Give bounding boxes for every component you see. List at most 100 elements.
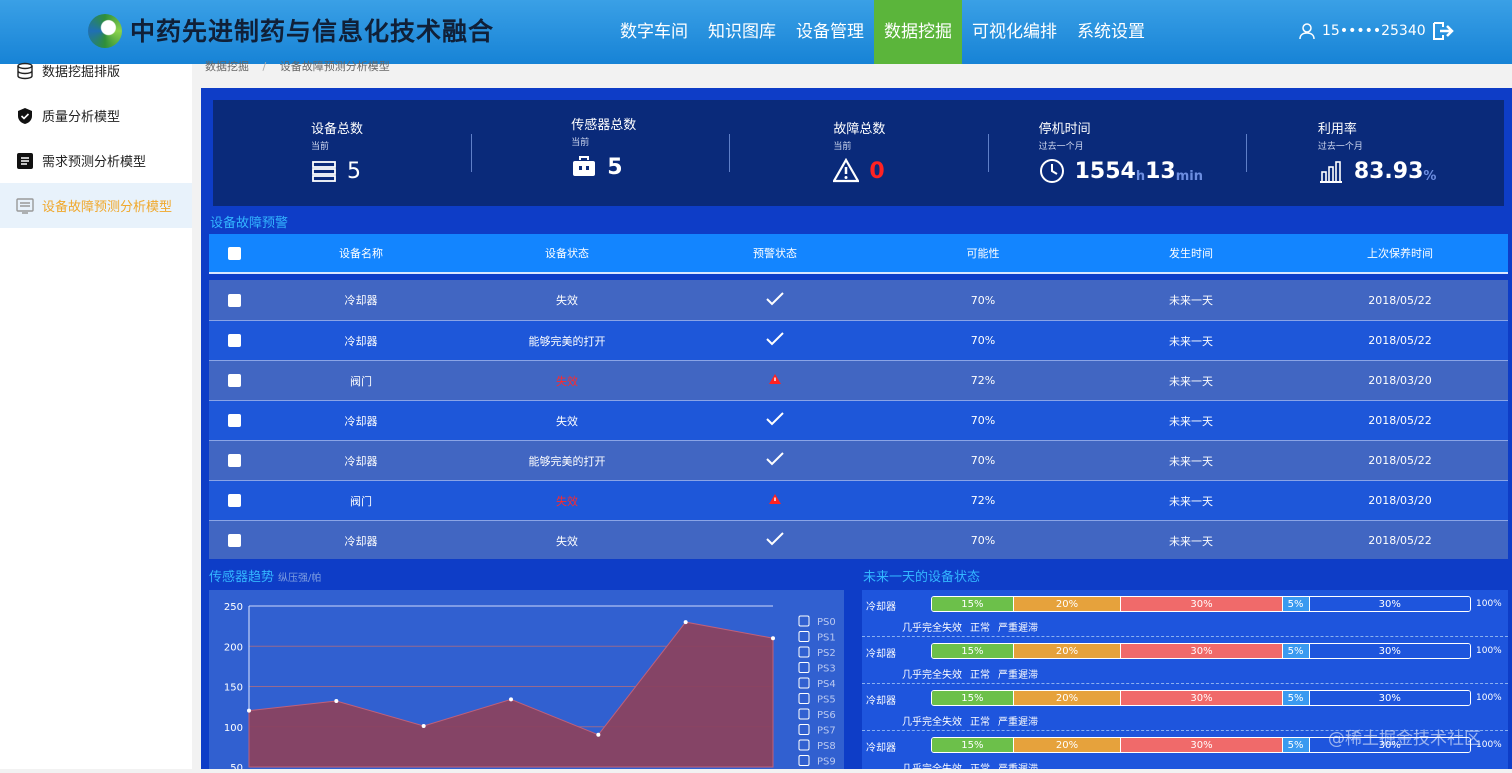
sidebar-item-demand-forecast[interactable]: 需求预测分析模型 xyxy=(0,138,192,183)
sidebar-item-data-mining-layout[interactable]: 数据挖掘排版 xyxy=(0,48,192,93)
legend-checkbox[interactable] xyxy=(798,662,810,673)
last-maintenance-cell: 2018/03/20 xyxy=(1368,374,1432,387)
nav-item-knowledge-graph[interactable]: 知识图库 xyxy=(698,0,786,64)
row-checkbox[interactable] xyxy=(227,374,241,387)
nav-item-system-settings[interactable]: 系统设置 xyxy=(1067,0,1155,64)
nav-item-visual-orchestration[interactable]: 可视化编排 xyxy=(962,0,1067,64)
stat-title: 传感器总数 xyxy=(571,118,637,133)
logout-icon[interactable] xyxy=(1432,21,1454,41)
column-header[interactable]: 上次保养时间 xyxy=(1295,245,1505,261)
data-point xyxy=(421,723,426,728)
table-row[interactable]: 冷却器 能够完美的打开 70% 未来一天 2018/05/22 xyxy=(209,440,1508,480)
y-tick-label: 250 xyxy=(224,602,243,613)
checkbox-cell xyxy=(209,494,259,507)
table-row[interactable]: 冷却器 失效 70% 未来一天 2018/05/22 xyxy=(209,280,1508,320)
probability-cell: 72% xyxy=(970,374,996,387)
row-checkbox[interactable] xyxy=(227,293,241,307)
row-checkbox[interactable] xyxy=(227,334,241,347)
stat-subtitle: 当前 xyxy=(571,138,590,148)
status-total: 100% xyxy=(1476,599,1502,609)
status-segment: 30% xyxy=(1120,644,1282,658)
clock-icon xyxy=(1039,159,1064,183)
device-status-row: 冷却器15%20%30%5%30%100%几乎完全失效正常严重遲滞 xyxy=(862,637,1508,684)
device-name-cell: 冷却器 xyxy=(344,334,378,348)
legend-checkbox[interactable] xyxy=(798,631,810,642)
status-segment: 20% xyxy=(1012,644,1121,658)
legend-label[interactable]: PS6 xyxy=(817,710,836,721)
breadcrumb-separator: / xyxy=(262,60,267,73)
trend-subtitle: 纵压强/帕 xyxy=(278,573,322,584)
legend-label[interactable]: PS0 xyxy=(817,617,836,628)
legend-label[interactable]: PS3 xyxy=(817,664,836,675)
checkbox-cell xyxy=(209,374,259,387)
row-checkbox[interactable] xyxy=(227,454,241,467)
last-maintenance-cell: 2018/05/22 xyxy=(1368,293,1432,307)
occurrence-time-cell: 未来一天 xyxy=(1169,334,1213,348)
table-row[interactable]: 冷却器 失效 70% 未来一天 2018/05/22 xyxy=(209,520,1508,559)
legend-label[interactable]: PS9 xyxy=(817,757,836,768)
device-status-cell: 失效 xyxy=(556,414,578,428)
legend-label[interactable]: PS7 xyxy=(817,726,836,737)
sidebar-item-fault-prediction[interactable]: 设备故障预测分析模型 xyxy=(0,183,192,228)
device-name-cell: 阀门 xyxy=(350,494,372,508)
nav-item-device-management[interactable]: 设备管理 xyxy=(786,0,874,64)
occurrence-time-cell: 未来一天 xyxy=(1169,454,1213,468)
probability-cell: 72% xyxy=(970,494,996,507)
table-row[interactable]: 冷却器 能够完美的打开 70% 未来一天 2018/05/22 xyxy=(209,320,1508,360)
status-segment: 5% xyxy=(1281,691,1309,705)
column-header[interactable]: 预警状态 xyxy=(671,245,879,261)
shield-check-icon xyxy=(18,107,32,124)
legend-label[interactable]: PS5 xyxy=(817,695,836,706)
row-checkbox[interactable] xyxy=(227,494,241,507)
stat-value: 0 xyxy=(869,159,885,184)
nav-item-data-mining[interactable]: 数据挖掘 xyxy=(874,0,962,64)
legend-checkbox[interactable] xyxy=(798,708,810,720)
main-panel: 设备总数 当前 5 传感器总数 当前 5 故障总数 当前 0 停机时间 过去一个… xyxy=(201,88,1512,773)
row-checkbox[interactable] xyxy=(227,534,241,547)
legend-checkbox[interactable] xyxy=(798,615,810,627)
status-legend: 几乎完全失效正常严重遲滞 xyxy=(902,666,1046,681)
stat-title: 故障总数 xyxy=(833,122,886,137)
row-checkbox[interactable] xyxy=(227,414,241,427)
column-header[interactable]: 设备名称 xyxy=(259,245,463,261)
legend-checkbox[interactable] xyxy=(798,677,810,689)
status-segment: 5% xyxy=(1281,597,1309,611)
select-all-checkbox[interactable] xyxy=(227,246,241,260)
nav-item-digital-workshop[interactable]: 数字车间 xyxy=(610,0,698,64)
status-segment: 5% xyxy=(1281,644,1309,658)
legend-checkbox[interactable] xyxy=(798,755,810,766)
legend-label[interactable]: PS4 xyxy=(817,679,836,690)
legend-item: 几乎完全失效 xyxy=(902,623,962,634)
status-legend: 几乎完全失效正常严重遲滞 xyxy=(902,760,1046,769)
last-maintenance-cell: 2018/03/20 xyxy=(1368,494,1432,507)
legend-checkbox[interactable] xyxy=(798,646,810,658)
y-tick-label: 100 xyxy=(224,723,243,734)
legend-checkbox[interactable] xyxy=(798,693,810,704)
legend-checkbox[interactable] xyxy=(798,724,810,735)
device-status-cell: 失效 xyxy=(556,494,578,508)
stat-sensor-count: 传感器总数 当前 5 xyxy=(471,100,729,206)
legend-label[interactable]: PS1 xyxy=(817,633,836,644)
table-row[interactable]: 阀门 失效 72% 未来一天 2018/03/20 xyxy=(209,360,1508,400)
app-title: 中药先进制药与信息化技术融合 xyxy=(130,17,495,46)
status-segment: 30% xyxy=(1308,597,1470,611)
probability-cell: 70% xyxy=(970,534,996,547)
status-segment: 20% xyxy=(1012,597,1121,611)
device-status-name: 冷却器 xyxy=(866,649,896,660)
check-icon xyxy=(766,532,784,546)
column-header[interactable]: 发生时间 xyxy=(1087,245,1295,261)
column-header[interactable]: 设备状态 xyxy=(463,245,671,261)
status-segment: 20% xyxy=(1012,691,1121,705)
legend-label[interactable]: PS2 xyxy=(817,648,836,659)
stat-utilization: 利用率 过去一个月 83.93 % xyxy=(1245,100,1504,206)
sidebar-item-quality-model[interactable]: 质量分析模型 xyxy=(0,93,192,138)
legend-label[interactable]: PS8 xyxy=(817,741,836,752)
breadcrumb-root[interactable]: 数据挖掘 xyxy=(205,60,249,73)
table-row[interactable]: 冷却器 失效 70% 未来一天 2018/05/22 xyxy=(209,400,1508,440)
user-menu[interactable]: 15•••••25340 xyxy=(1298,18,1454,44)
device-name-cell: 冷却器 xyxy=(344,414,378,428)
legend-checkbox[interactable] xyxy=(798,739,810,751)
bar-chart-icon xyxy=(1319,161,1342,183)
table-row[interactable]: 阀门 失效 72% 未来一天 2018/03/20 xyxy=(209,480,1508,520)
column-header[interactable]: 可能性 xyxy=(879,245,1087,261)
